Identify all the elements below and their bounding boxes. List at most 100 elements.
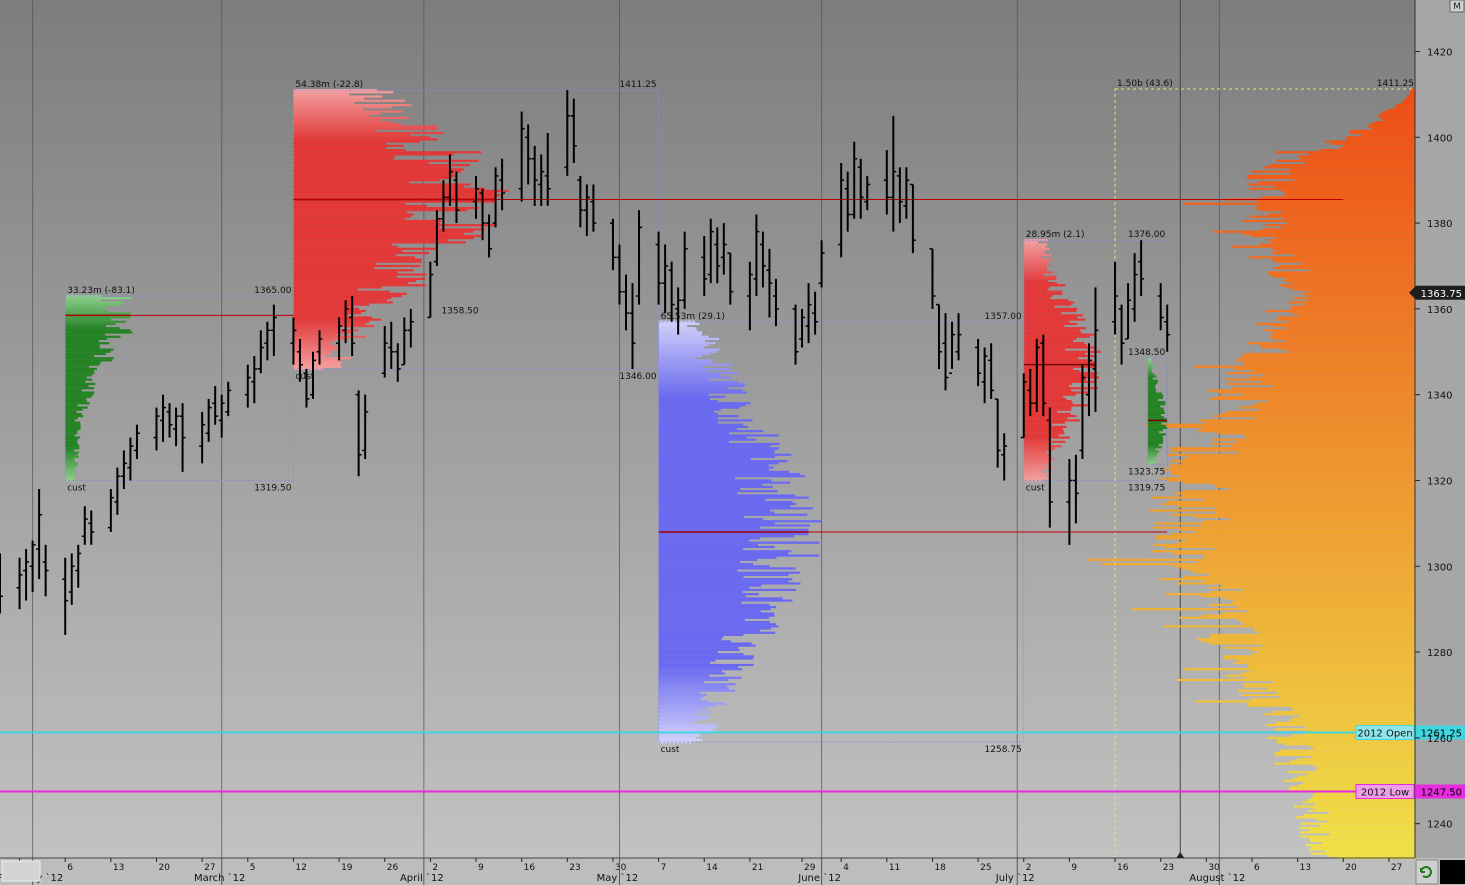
profile-volume-row <box>658 434 779 437</box>
profile-volume-row <box>293 157 394 160</box>
composite-volume-row <box>1177 678 1415 682</box>
profile-volume-row <box>65 421 81 424</box>
profile-volume-row <box>658 655 754 658</box>
profile-volume-row <box>1147 373 1155 376</box>
composite-volume-row <box>1268 687 1415 690</box>
profile-volume-row <box>658 605 777 609</box>
profile-volume-row <box>658 432 730 435</box>
profile-volume-row <box>658 509 771 512</box>
profile-volume-row <box>1023 380 1096 383</box>
time-tick-label: 2 <box>1026 863 1032 873</box>
composite-volume-row <box>1273 331 1415 334</box>
profile-volume-row <box>1023 305 1055 308</box>
profile-volume-row <box>1147 416 1164 419</box>
profile-volume-row <box>658 487 741 491</box>
profile-volume-row <box>1147 403 1166 406</box>
composite-volume-row <box>1281 211 1415 214</box>
profile-volume-row <box>658 460 788 463</box>
refresh-button[interactable] <box>1415 859 1439 885</box>
composite-volume-row <box>1223 646 1415 649</box>
time-scroll-box[interactable] <box>1 860 41 882</box>
composite-volume-row <box>1179 528 1415 531</box>
month-label: April `12 <box>400 872 444 884</box>
profile-volume-row <box>658 397 710 401</box>
current-price-label: 1363.75 <box>1421 289 1462 300</box>
profile-volume-row <box>65 412 82 416</box>
profile-volume-row <box>1023 262 1051 265</box>
profile-volume-row <box>658 683 736 686</box>
composite-volume-row <box>1196 638 1415 641</box>
profile-volume-row <box>1147 401 1166 404</box>
profile-volume-row <box>65 357 114 360</box>
time-tick-label: 20 <box>1345 863 1357 873</box>
composite-volume-row <box>1171 533 1415 536</box>
profile-volume-row <box>65 344 100 347</box>
price-chart[interactable]: 1.50b (43.6) 1411.25 33.23m (-83.1) 1365.00… <box>0 0 1465 885</box>
profile-volume-row <box>65 307 102 310</box>
composite-volume-row <box>1309 269 1415 272</box>
profile-volume-row <box>658 526 761 529</box>
price-tick-label: 1260 <box>1427 734 1452 745</box>
profile-volume-row <box>658 665 739 669</box>
profile-volume-row <box>65 339 99 343</box>
composite-volume-row <box>1170 449 1415 452</box>
composite-volume-row <box>1374 121 1415 124</box>
profile-volume-row <box>1023 470 1041 473</box>
composite-volume-row <box>1173 492 1415 495</box>
profile-volume-row <box>658 644 756 647</box>
profile-volume-row <box>658 711 713 714</box>
composite-volume-row <box>1314 803 1415 806</box>
composite-volume-row <box>1182 490 1415 493</box>
composite-volume-row <box>1307 299 1415 302</box>
composite-volume-row <box>1405 97 1415 100</box>
composite-volume-row <box>1321 841 1415 845</box>
composite-volume-row <box>1204 580 1415 583</box>
composite-volume-row <box>1347 138 1415 141</box>
profile-volume-row <box>293 93 350 96</box>
composite-volume-row <box>1171 472 1415 476</box>
profile-volume-row <box>658 410 715 413</box>
profile-volume-row <box>658 464 769 467</box>
composite-volume-row <box>1250 234 1415 238</box>
composite-volume-row <box>1290 168 1415 171</box>
composite-volume-row <box>1155 535 1415 538</box>
profile-volume-row <box>658 533 809 536</box>
profile-high-label: 1348.50 <box>1128 348 1165 358</box>
profile-volume-row <box>293 279 416 283</box>
composite-volume-row <box>1236 359 1415 362</box>
profile-volume-row <box>293 170 461 173</box>
profile-high-label: 1411.25 <box>619 80 656 90</box>
profile-volume-row <box>293 294 402 298</box>
profile-volume-row <box>658 389 743 392</box>
composite-volume-row <box>1294 254 1415 257</box>
profile-volume-row <box>293 194 503 197</box>
composite-volume-row <box>1244 434 1415 437</box>
profile-volume-row <box>658 721 692 724</box>
profile-volume-row <box>1147 454 1158 457</box>
profile-volume-row <box>65 335 121 338</box>
profile-volume-row <box>1147 371 1152 374</box>
profile-volume-row <box>1023 391 1089 394</box>
profile-volume-row <box>658 719 699 722</box>
color-swatch-button[interactable] <box>1440 860 1465 884</box>
profile-volume-row <box>658 713 697 716</box>
profile-volume-row <box>658 569 738 572</box>
profile-volume-row <box>1147 459 1155 462</box>
time-tick-label: 21 <box>752 863 763 873</box>
profile-volume-row <box>658 344 709 347</box>
profile-volume-row <box>658 728 713 731</box>
profile-volume-row <box>1023 254 1053 257</box>
composite-volume-row <box>1296 314 1415 317</box>
profile-volume-row <box>293 179 441 182</box>
profile-volume-row <box>658 513 808 516</box>
profile-volume-row <box>65 352 106 356</box>
profile-volume-row <box>1023 449 1053 452</box>
profile-volume-row <box>658 635 723 639</box>
profile-volume-row <box>1023 260 1049 263</box>
time-tick-label: 25 <box>980 863 991 873</box>
composite-volume-row <box>1254 417 1415 420</box>
profile-volume-row <box>293 267 375 270</box>
profile-volume-row <box>1147 433 1166 436</box>
profile-volume-row <box>293 357 352 360</box>
composite-volume-row <box>1403 99 1415 102</box>
